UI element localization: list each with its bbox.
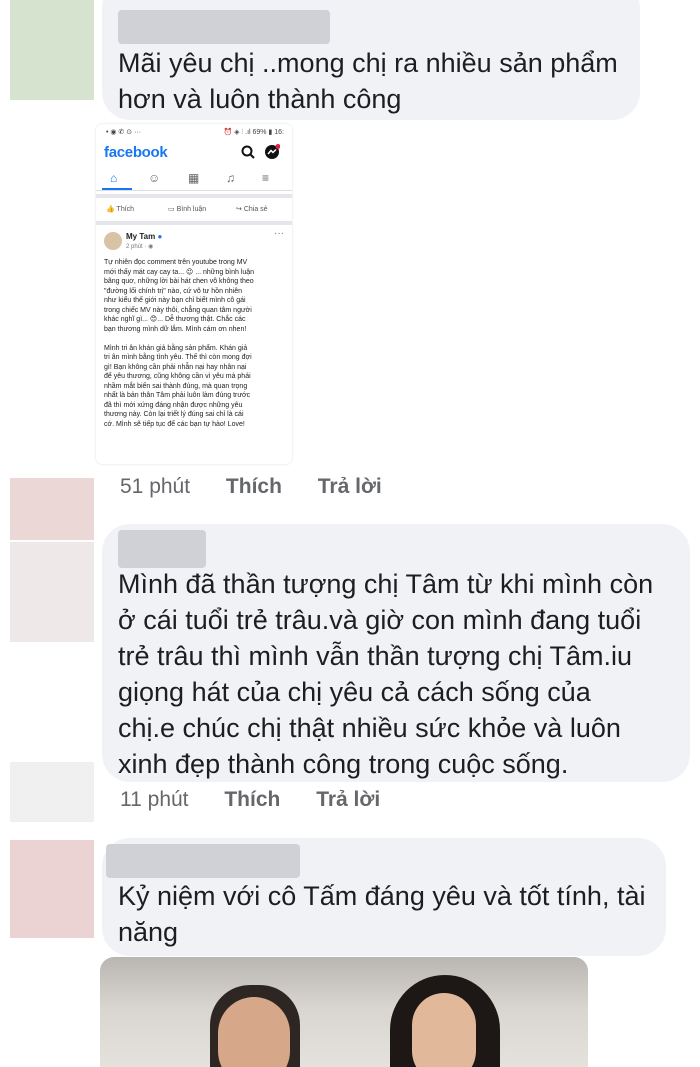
post-timestamp: 2 phút · ◉	[126, 244, 154, 250]
comment-actions: 11 phút Thích Trả lời	[120, 788, 410, 812]
messenger-icon	[264, 144, 281, 160]
reply-link[interactable]: Trả lời	[318, 475, 382, 499]
comment-text: Mình đã thần tượng chị Tâm từ khi mình c…	[118, 569, 654, 779]
groups-icon: ☺	[148, 171, 161, 185]
attached-screenshot[interactable]: • ◉ ✆ ⊙ ··· ⏰ ◈ ⫶ .ıl 69% ▮ 16: facebook…	[96, 124, 292, 464]
author-avatar	[104, 232, 122, 250]
like-link[interactable]: Thích	[224, 788, 280, 812]
reply-link[interactable]: Trả lời	[316, 788, 380, 812]
status-bar-left: • ◉ ✆ ⊙ ···	[106, 129, 142, 136]
attached-photo[interactable]	[100, 957, 588, 1067]
search-icon	[240, 144, 256, 160]
marketplace-icon: ▦	[188, 171, 200, 185]
photo-face	[218, 997, 290, 1067]
share-icon: ↪	[236, 206, 242, 213]
post-body: Tự nhiên đọc comment trên youtube trong …	[104, 259, 255, 428]
like-link[interactable]: Thích	[226, 475, 282, 499]
avatar[interactable]	[10, 478, 94, 540]
like-button: 👍 Thích	[106, 205, 134, 213]
comment-icon: ▭	[168, 206, 175, 213]
redacted-author-name	[118, 530, 206, 568]
thumbs-up-icon: 👍	[106, 206, 115, 213]
divider	[96, 221, 292, 225]
share-label: Chia sẻ	[243, 206, 268, 213]
divider	[96, 194, 292, 198]
avatar[interactable]	[10, 542, 94, 642]
comment-time: 11 phút	[120, 788, 189, 811]
menu-icon: ≡	[262, 171, 270, 185]
more-options-icon: ···	[274, 228, 284, 239]
photo-face	[412, 993, 476, 1067]
redacted-author-name	[118, 10, 330, 44]
avatar[interactable]	[10, 840, 94, 938]
active-tab-indicator	[102, 188, 132, 190]
comment-text: Kỷ niệm với cô Tấm đáng yêu và tốt tính,…	[118, 881, 646, 947]
status-bar-right: ⏰ ◈ ⫶ .ıl 69% ▮ 16:	[223, 129, 284, 136]
avatar[interactable]	[10, 0, 94, 100]
comment-text: Mãi yêu chị ..mong chị ra nhiều sản phẩm…	[118, 48, 618, 114]
avatar[interactable]	[10, 762, 94, 822]
comment-time: 51 phút	[120, 475, 191, 498]
comment-label: Bình luận	[176, 206, 207, 213]
redacted-author-name	[106, 844, 300, 878]
share-button: ↪ Chia sẻ	[236, 205, 268, 213]
bell-icon: ♫	[226, 171, 235, 185]
verified-badge-icon: ●	[157, 232, 163, 241]
home-icon: ⌂	[110, 171, 118, 185]
comment-button: ▭ Bình luận	[168, 205, 206, 213]
post-author: My Tam ●	[126, 232, 163, 241]
comment-actions: 51 phút Thích Trả lời	[120, 475, 412, 499]
facebook-logo: facebook	[104, 144, 168, 161]
like-label: Thích	[116, 206, 135, 213]
